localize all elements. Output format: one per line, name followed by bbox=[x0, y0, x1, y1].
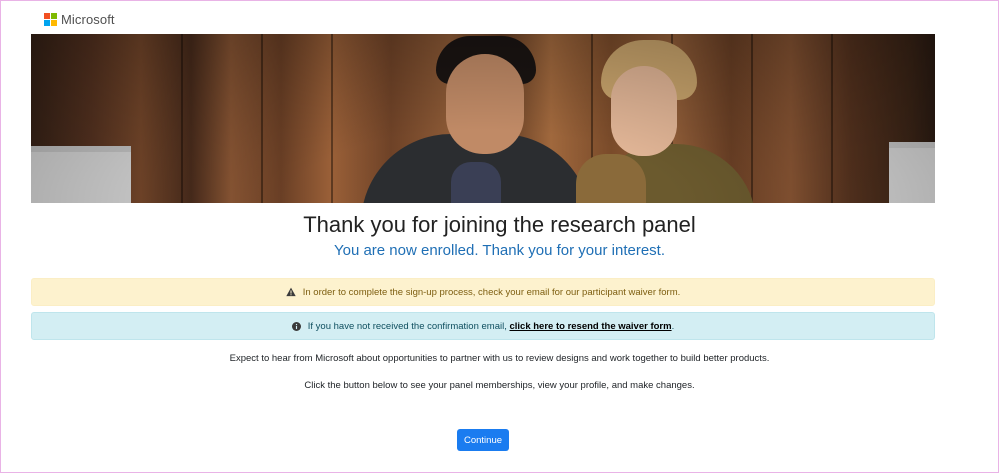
info-circle-icon bbox=[291, 321, 301, 331]
microsoft-logo-icon[interactable] bbox=[44, 12, 57, 26]
instructions-text: Click the button below to see your panel… bbox=[304, 380, 695, 391]
opportunities-text: Expect to hear from Microsoft about oppo… bbox=[229, 353, 770, 364]
info-alert-suffix: . bbox=[671, 320, 675, 332]
brand-name[interactable]: Microsoft bbox=[61, 12, 115, 27]
page-title: Thank you for joining the research panel bbox=[303, 212, 696, 237]
warning-alert-text: In order to complete the sign-up process… bbox=[302, 286, 681, 298]
info-alert-text: If you have not received the confirmatio… bbox=[307, 320, 510, 332]
resend-waiver-link[interactable]: click here to resend the waiver form bbox=[509, 321, 671, 332]
warning-triangle-icon bbox=[286, 287, 296, 297]
info-alert: If you have not received the confirmatio… bbox=[31, 312, 935, 340]
continue-button[interactable]: Continue bbox=[457, 429, 509, 451]
hero-banner-image bbox=[31, 34, 935, 203]
site-header: Microsoft bbox=[44, 11, 115, 27]
page-subtitle: You are now enrolled. Thank you for your… bbox=[333, 242, 666, 259]
warning-alert: In order to complete the sign-up process… bbox=[31, 278, 935, 306]
